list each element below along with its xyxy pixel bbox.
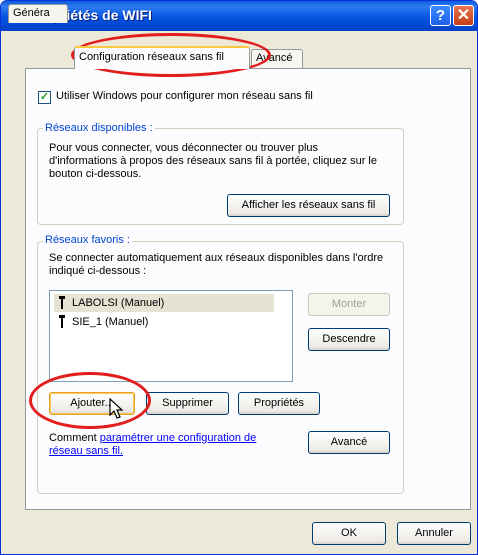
ok-button[interactable]: OK	[312, 522, 386, 545]
list-item-sie1[interactable]: SIE_1 (Manuel)	[54, 313, 216, 331]
antenna-icon	[59, 296, 65, 309]
move-up-label: Monter	[331, 298, 367, 310]
mouse-cursor-icon	[109, 398, 124, 419]
network-name: LABOLSI (Manuel)	[72, 297, 165, 309]
properties-window: ⊥ Propriétés de WIFI ? ✕ Généra Configur…	[0, 0, 478, 555]
network-name: SIE_1 (Manuel)	[72, 316, 149, 328]
add-button-highlight-circle	[29, 372, 151, 429]
available-networks-legend: Réseaux disponibles :	[43, 122, 155, 134]
ok-label: OK	[341, 527, 357, 539]
help-text: Comment paramétrer une configuration de …	[49, 432, 289, 458]
preferred-networks-legend: Réseaux favoris :	[43, 234, 132, 246]
help-icon: ?	[435, 7, 446, 24]
cancel-label: Annuler	[415, 527, 453, 539]
antenna-icon	[59, 315, 65, 328]
preferred-networks-list[interactable]: LABOLSI (Manuel) SIE_1 (Manuel)	[49, 290, 293, 382]
show-wireless-networks-button[interactable]: Afficher les réseaux sans fil	[227, 194, 390, 217]
close-icon: ✕	[456, 7, 471, 24]
advanced-label: Avancé	[330, 436, 368, 448]
move-down-button[interactable]: Descendre	[308, 328, 390, 351]
close-button[interactable]: ✕	[453, 5, 474, 26]
tab-wireless-config-label: Configuration réseaux sans fil	[79, 51, 224, 63]
use-windows-checkbox[interactable]: ✓	[38, 91, 51, 104]
remove-label: Supprimer	[162, 397, 213, 409]
move-down-label: Descendre	[322, 333, 376, 345]
tab-general-label: Généra	[13, 7, 50, 19]
properties-button[interactable]: Propriétés	[238, 392, 320, 415]
list-item-labolsi[interactable]: LABOLSI (Manuel)	[54, 294, 274, 312]
move-up-button[interactable]: Monter	[308, 293, 390, 316]
show-wireless-networks-label: Afficher les réseaux sans fil	[241, 199, 376, 211]
remove-button[interactable]: Supprimer	[146, 392, 229, 415]
cancel-button[interactable]: Annuler	[397, 522, 471, 545]
tab-general[interactable]: Généra	[8, 4, 68, 23]
help-prefix: Comment	[49, 432, 100, 444]
advanced-button[interactable]: Avancé	[308, 431, 390, 454]
tab-wireless-config[interactable]: Configuration réseaux sans fil	[74, 46, 250, 69]
help-button[interactable]: ?	[430, 5, 451, 26]
preferred-networks-description: Se connecter automatiquement aux réseaux…	[49, 252, 384, 277]
available-networks-description: Pour vous connecter, vous déconnecter ou…	[49, 142, 377, 180]
title-bar[interactable]: ⊥ Propriétés de WIFI ? ✕	[1, 1, 477, 31]
use-windows-label: Utiliser Windows pour configurer mon rés…	[56, 90, 313, 102]
checkmark-icon: ✓	[39, 91, 50, 103]
properties-label: Propriétés	[253, 397, 305, 409]
